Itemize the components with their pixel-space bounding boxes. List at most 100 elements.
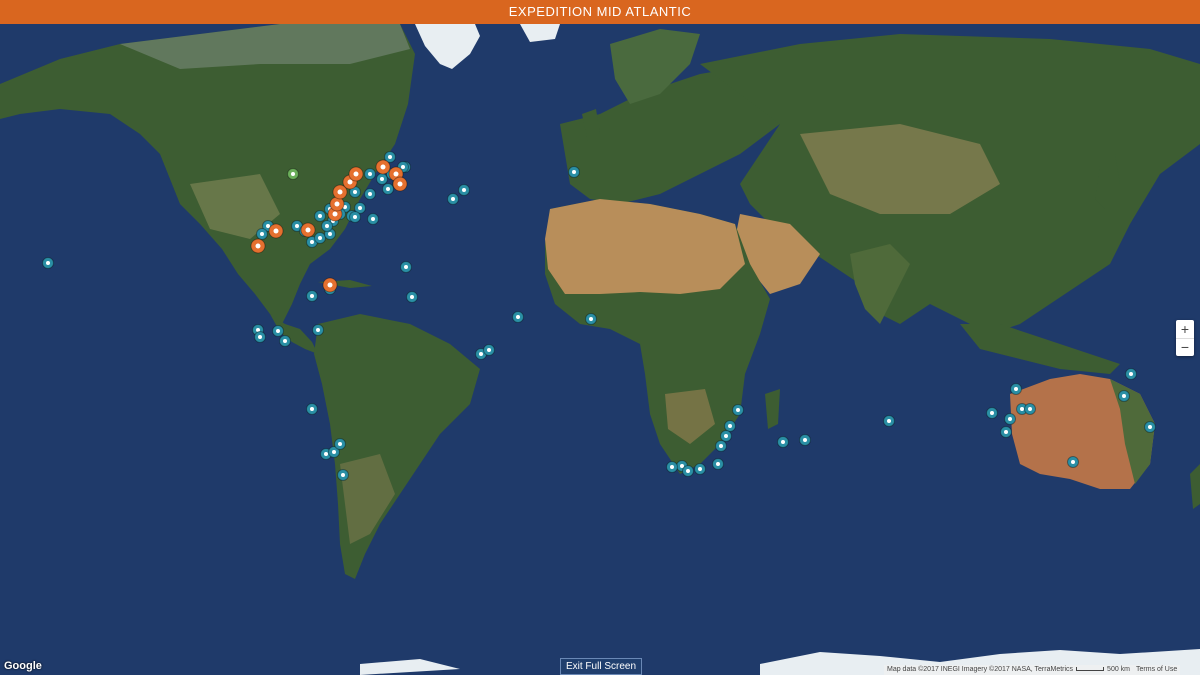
marker-dot <box>353 171 359 177</box>
site-marker[interactable] <box>715 440 727 452</box>
marker-layer[interactable] <box>0 24 1200 675</box>
site-marker[interactable] <box>364 168 376 180</box>
marker-dot <box>479 352 483 356</box>
marker-dot <box>332 450 336 454</box>
marker-dot <box>1020 407 1024 411</box>
site-marker[interactable] <box>712 458 724 470</box>
site-marker[interactable] <box>883 415 895 427</box>
zoom-out-button[interactable]: − <box>1176 338 1194 356</box>
marker-dot <box>1071 460 1075 464</box>
inland-marker[interactable] <box>287 168 299 180</box>
site-marker[interactable] <box>458 184 470 196</box>
world-map[interactable] <box>0 24 1200 675</box>
marker-dot <box>451 197 455 201</box>
exit-full-screen-button[interactable]: Exit Full Screen <box>560 658 642 675</box>
site-marker[interactable] <box>732 404 744 416</box>
terms-link[interactable]: Terms of Use <box>1133 666 1180 673</box>
site-marker[interactable] <box>1000 426 1012 438</box>
site-marker[interactable] <box>256 228 268 240</box>
site-marker[interactable] <box>337 469 349 481</box>
zoom-in-button[interactable]: + <box>1176 320 1194 338</box>
site-marker[interactable] <box>364 188 376 200</box>
marker-dot <box>305 227 311 233</box>
site-marker[interactable] <box>382 183 394 195</box>
marker-dot <box>1129 372 1133 376</box>
expedition-marker[interactable] <box>392 176 408 192</box>
site-marker[interactable] <box>349 211 361 223</box>
site-marker[interactable] <box>312 324 324 336</box>
site-marker[interactable] <box>720 430 732 442</box>
site-marker[interactable] <box>367 213 379 225</box>
site-marker[interactable] <box>376 173 388 185</box>
marker-dot <box>724 434 728 438</box>
marker-dot <box>803 438 807 442</box>
marker-dot <box>404 265 408 269</box>
site-marker[interactable] <box>1144 421 1156 433</box>
site-marker[interactable] <box>1024 403 1036 415</box>
marker-dot <box>1014 387 1018 391</box>
site-marker[interactable] <box>1125 368 1137 380</box>
site-marker[interactable] <box>1004 413 1016 425</box>
marker-dot <box>273 228 279 234</box>
marker-dot <box>462 188 466 192</box>
site-marker[interactable] <box>272 325 284 337</box>
site-marker[interactable] <box>406 291 418 303</box>
site-marker[interactable] <box>400 261 412 273</box>
site-marker[interactable] <box>42 257 54 269</box>
marker-dot <box>276 329 280 333</box>
google-logo: Google <box>4 660 42 672</box>
site-marker[interactable] <box>666 461 678 473</box>
marker-dot <box>310 407 314 411</box>
site-marker[interactable] <box>1010 383 1022 395</box>
site-marker[interactable] <box>682 465 694 477</box>
site-marker[interactable] <box>568 166 580 178</box>
marker-dot <box>1028 407 1032 411</box>
marker-dot <box>736 408 740 412</box>
marker-dot <box>46 261 50 265</box>
site-marker[interactable] <box>585 313 597 325</box>
marker-dot <box>401 165 405 169</box>
site-marker[interactable] <box>724 420 736 432</box>
marker-dot <box>327 282 333 288</box>
site-marker[interactable] <box>321 220 333 232</box>
marker-dot <box>258 335 262 339</box>
marker-dot <box>487 348 491 352</box>
marker-dot <box>781 440 785 444</box>
marker-dot <box>358 206 362 210</box>
marker-dot <box>1008 417 1012 421</box>
marker-dot <box>670 465 674 469</box>
marker-dot <box>393 171 399 177</box>
expedition-marker[interactable] <box>268 223 284 239</box>
expedition-marker[interactable] <box>300 222 316 238</box>
site-marker[interactable] <box>314 232 326 244</box>
site-marker[interactable] <box>799 434 811 446</box>
marker-dot <box>337 189 343 195</box>
site-marker[interactable] <box>512 311 524 323</box>
site-marker[interactable] <box>1118 390 1130 402</box>
marker-dot <box>334 201 340 207</box>
marker-dot <box>324 452 328 456</box>
marker-dot <box>371 217 375 221</box>
marker-dot <box>255 243 261 249</box>
site-marker[interactable] <box>694 463 706 475</box>
marker-dot <box>353 215 357 219</box>
site-marker[interactable] <box>1067 456 1079 468</box>
site-marker[interactable] <box>306 290 318 302</box>
marker-dot <box>295 224 299 228</box>
marker-dot <box>332 211 338 217</box>
site-marker[interactable] <box>334 438 346 450</box>
site-marker[interactable] <box>306 403 318 415</box>
expedition-marker[interactable] <box>322 277 338 293</box>
site-marker[interactable] <box>986 407 998 419</box>
site-marker[interactable] <box>483 344 495 356</box>
site-marker[interactable] <box>279 335 291 347</box>
marker-dot <box>1148 425 1152 429</box>
site-marker[interactable] <box>254 331 266 343</box>
expedition-marker[interactable] <box>250 238 266 254</box>
expedition-marker[interactable] <box>375 159 391 175</box>
site-marker[interactable] <box>447 193 459 205</box>
marker-dot <box>380 164 386 170</box>
site-marker[interactable] <box>314 210 326 222</box>
expedition-marker[interactable] <box>348 166 364 182</box>
site-marker[interactable] <box>777 436 789 448</box>
